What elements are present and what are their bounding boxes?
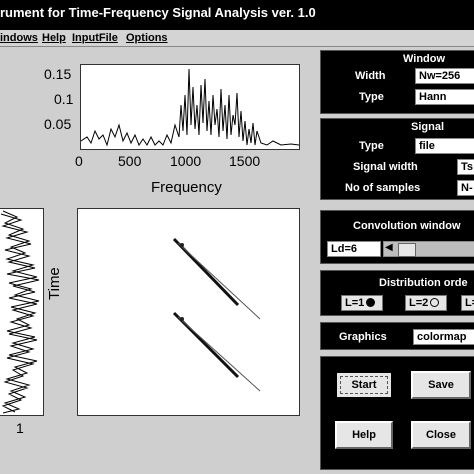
start-button-label: Start xyxy=(351,379,377,391)
signal-panel-title: Signal xyxy=(411,121,445,133)
window-panel: Window Width Nw=256 Type Hann xyxy=(320,50,474,114)
spectrum-xtick: 1000 xyxy=(170,153,202,169)
menu-inputfile[interactable]: InputFile xyxy=(72,32,118,44)
close-button[interactable]: Close xyxy=(411,421,471,449)
spectrum-ytick: 0.05 xyxy=(44,116,72,132)
tf-distribution-image xyxy=(172,237,261,392)
window-width-field[interactable]: Nw=256 xyxy=(415,68,474,84)
spectrum-xtick: 500 xyxy=(118,153,142,169)
menu-options[interactable]: Options xyxy=(126,32,168,44)
save-button-label: Save xyxy=(428,379,454,391)
help-button-label: Help xyxy=(352,429,376,441)
help-button[interactable]: Help xyxy=(335,421,393,449)
signal-samples-field[interactable]: N- xyxy=(457,180,474,196)
signal-type-field[interactable]: file xyxy=(415,138,474,154)
convolution-value-field[interactable]: Ld=6 xyxy=(327,241,381,257)
time-signal-trace xyxy=(0,210,40,414)
spectrum-ytick: 0.1 xyxy=(54,91,74,107)
distribution-radio-label: L=1 xyxy=(345,297,365,309)
convolution-panel: Convolution window Ld=6 ◀ xyxy=(320,210,474,264)
radio-icon xyxy=(430,298,440,307)
signal-samples-label: No of samples xyxy=(345,182,421,194)
window-title: rument for Time-Frequency Signal Analysi… xyxy=(0,5,316,20)
signal-panel: Signal Type file Signal width Ts No of s… xyxy=(320,118,474,200)
distribution-radio-l3[interactable]: L= xyxy=(461,295,474,311)
slider-left-arrow-icon[interactable]: ◀ xyxy=(385,242,393,253)
signal-type-label: Type xyxy=(359,140,384,152)
menu-bar: indows Help InputFile Options xyxy=(0,30,474,47)
spectrum-xlabel: Frequency xyxy=(151,179,222,196)
time-signal-xtick: 1 xyxy=(16,420,24,436)
spectrum-xtick: 1500 xyxy=(229,153,261,169)
distribution-radio-l2[interactable]: L=2 xyxy=(405,295,447,311)
distribution-panel-title: Distribution orde xyxy=(379,277,468,289)
signal-width-label: Signal width xyxy=(353,161,418,173)
distribution-radio-label: L= xyxy=(465,297,474,309)
tf-distribution-plot[interactable] xyxy=(77,208,300,416)
close-button-label: Close xyxy=(426,429,456,441)
spectrum-trace xyxy=(81,68,299,147)
convolution-slider[interactable]: ◀ xyxy=(383,241,474,257)
window-title-bar: rument for Time-Frequency Signal Analysi… xyxy=(0,0,474,30)
window-panel-title: Window xyxy=(403,53,446,65)
graphics-label: Graphics xyxy=(339,331,387,343)
graphics-panel: Graphics colormap xyxy=(320,322,474,350)
menu-windows[interactable]: indows xyxy=(0,32,38,44)
distribution-radio-l1[interactable]: L=1 xyxy=(341,295,383,311)
time-signal-plot xyxy=(0,208,44,416)
convolution-panel-title: Convolution window xyxy=(353,220,461,232)
spectrum-ytick: 0.15 xyxy=(44,66,72,82)
tf-ylabel: Time xyxy=(46,267,63,300)
action-panel: Start Save Help Close xyxy=(320,356,474,470)
distribution-panel: Distribution orde L=1 L=2 L= xyxy=(320,270,474,316)
window-width-label: Width xyxy=(355,70,386,82)
window-type-field[interactable]: Hann xyxy=(415,89,474,105)
start-button[interactable]: Start xyxy=(335,371,393,399)
graphics-select[interactable]: colormap xyxy=(413,329,474,345)
slider-thumb[interactable] xyxy=(398,243,416,257)
signal-width-field[interactable]: Ts xyxy=(457,159,474,175)
distribution-radio-label: L=2 xyxy=(409,297,429,309)
spectrum-plot xyxy=(80,64,300,150)
radio-selected-icon xyxy=(366,298,376,307)
menu-help[interactable]: Help xyxy=(42,32,66,44)
window-type-label: Type xyxy=(359,91,384,103)
save-button[interactable]: Save xyxy=(411,371,471,399)
spectrum-xtick: 0 xyxy=(75,153,83,169)
